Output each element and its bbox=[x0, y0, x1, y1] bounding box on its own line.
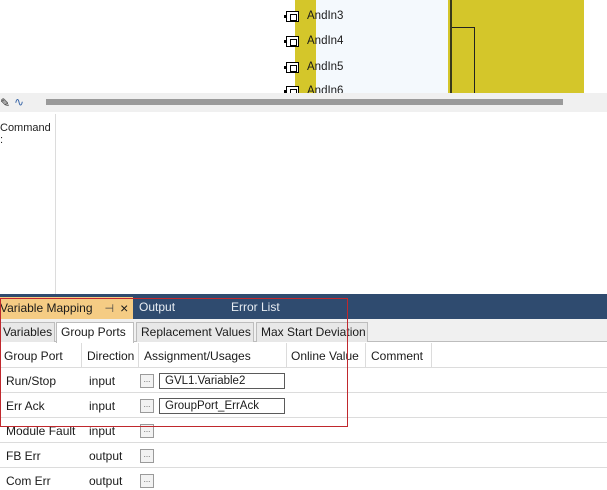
table-row[interactable]: Module Fault input ... bbox=[0, 418, 607, 443]
subtab-strip: Variables Group Ports Replacement Values… bbox=[0, 319, 607, 343]
pin-label: AndIn5 bbox=[307, 61, 344, 73]
tab-error-list[interactable]: Error List bbox=[231, 300, 280, 314]
browse-button[interactable]: ... bbox=[140, 373, 154, 388]
group-port-cell: Com Err bbox=[6, 473, 51, 488]
direction-cell: input bbox=[89, 373, 116, 388]
column-header[interactable]: Direction bbox=[82, 343, 139, 368]
dock-tab-strip: Variable Mapping ⊣ × Output Error List bbox=[0, 294, 607, 319]
close-icon[interactable]: × bbox=[120, 300, 128, 316]
input-pin-icon bbox=[284, 35, 299, 47]
subtab-group-ports[interactable]: Group Ports bbox=[56, 322, 134, 343]
wave-icon[interactable]: ∿ bbox=[14, 95, 24, 109]
command-input[interactable] bbox=[57, 114, 607, 294]
pin-label: AndIn4 bbox=[307, 35, 344, 47]
group-ports-table: Group Port Direction Assignment/Usages O… bbox=[0, 343, 607, 490]
assignment-cell: ... bbox=[140, 443, 154, 468]
pin-label: AndIn3 bbox=[307, 10, 344, 22]
fbd-diagram: AndIn3 AndIn4 AndIn5 AndIn6 bbox=[0, 0, 607, 93]
horizontal-scrollbar[interactable] bbox=[46, 99, 563, 105]
pen-icon[interactable]: ✎ bbox=[0, 96, 10, 110]
table-header: Group Port Direction Assignment/Usages O… bbox=[0, 343, 607, 368]
browse-button[interactable]: ... bbox=[140, 423, 154, 438]
subtab-variables[interactable]: Variables bbox=[0, 322, 55, 342]
tab-output[interactable]: Output bbox=[139, 300, 175, 314]
direction-cell: input bbox=[89, 423, 116, 438]
input-pin[interactable]: AndIn5 bbox=[284, 58, 344, 76]
pin-icon[interactable]: ⊣ bbox=[105, 302, 115, 315]
browse-button[interactable]: ... bbox=[140, 473, 154, 488]
table-row[interactable]: Com Err output ... bbox=[0, 468, 607, 490]
assignment-input[interactable]: GroupPort_ErrAck bbox=[159, 397, 285, 414]
column-header[interactable]: Comment bbox=[366, 343, 432, 368]
assignment-input[interactable]: GVL1.Variable2 bbox=[159, 372, 285, 389]
table-row[interactable]: Run/Stop input ... GVL1.Variable2 bbox=[0, 368, 607, 393]
input-pin-icon bbox=[284, 61, 299, 73]
assignment-cell: ... GroupPort_ErrAck bbox=[140, 393, 285, 418]
subtab-replacement-values[interactable]: Replacement Values bbox=[136, 322, 254, 342]
subtab-max-start-deviation[interactable]: Max Start Deviation bbox=[256, 322, 368, 342]
group-port-cell: Module Fault bbox=[6, 423, 76, 438]
browse-button[interactable]: ... bbox=[140, 448, 154, 463]
tab-label: Variable Mapping bbox=[0, 301, 93, 315]
direction-cell: input bbox=[89, 398, 116, 413]
column-header[interactable]: Group Port bbox=[0, 343, 82, 368]
direction-cell: output bbox=[89, 473, 123, 488]
assignment-cell: ... bbox=[140, 468, 154, 490]
tab-variable-mapping[interactable]: Variable Mapping ⊣ × bbox=[0, 297, 133, 319]
assignment-cell: ... GVL1.Variable2 bbox=[140, 368, 285, 393]
wire-segment bbox=[452, 27, 474, 28]
table-row[interactable]: Err Ack input ... GroupPort_ErrAck bbox=[0, 393, 607, 418]
table-row[interactable]: FB Err output ... bbox=[0, 443, 607, 468]
input-pin-icon bbox=[284, 85, 299, 93]
command-label: Command : bbox=[0, 114, 56, 294]
pin-label: AndIn6 bbox=[307, 85, 344, 93]
group-port-cell: Run/Stop bbox=[6, 373, 57, 388]
input-pin[interactable]: AndIn3 bbox=[284, 7, 344, 25]
input-pin[interactable]: AndIn4 bbox=[284, 32, 344, 50]
group-port-cell: Err Ack bbox=[6, 398, 45, 413]
direction-cell: output bbox=[89, 448, 123, 463]
column-header[interactable]: Assignment/Usages bbox=[139, 343, 287, 368]
group-port-cell: FB Err bbox=[6, 448, 41, 463]
column-header[interactable]: Online Value bbox=[287, 343, 366, 368]
input-pin[interactable]: AndIn6 bbox=[284, 82, 344, 93]
input-pin-icon bbox=[284, 10, 299, 22]
function-block-divider bbox=[450, 0, 452, 93]
assignment-cell: ... bbox=[140, 418, 154, 443]
wire-segment bbox=[474, 27, 475, 93]
browse-button[interactable]: ... bbox=[140, 398, 154, 413]
toolbar-splitter: ✎ ∿ bbox=[0, 93, 607, 112]
